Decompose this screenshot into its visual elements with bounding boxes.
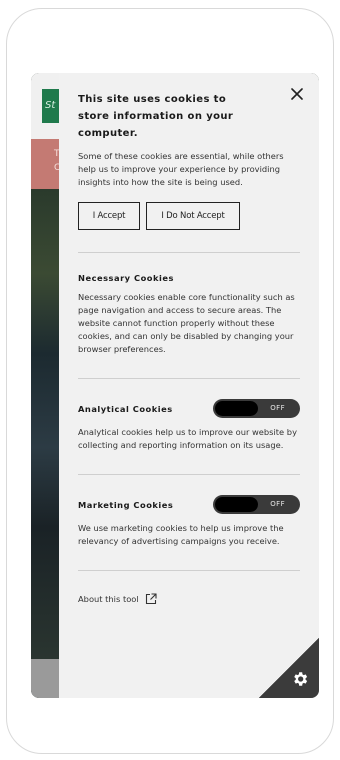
analytical-cookies-description: Analytical cookies help us to improve ou… xyxy=(78,427,297,450)
site-logo: St xyxy=(42,89,59,123)
toggle-knob xyxy=(215,401,258,416)
divider xyxy=(78,474,300,475)
site-hero-image xyxy=(31,189,59,659)
toggle-knob xyxy=(215,497,258,512)
screen: St T C This site uses cookies to store i… xyxy=(31,73,319,698)
marketing-cookies-description: We use marketing cookies to help us impr… xyxy=(78,523,284,546)
cookie-panel-intro: Some of these cookies are essential, whi… xyxy=(78,151,284,187)
analytical-cookies-toggle[interactable]: OFF xyxy=(213,399,300,418)
cookie-control-panel: This site uses cookies to store informat… xyxy=(59,73,319,698)
necessary-cookies-title: Necessary Cookies xyxy=(78,273,174,283)
cookie-panel-title: This site uses cookies to store informat… xyxy=(78,94,234,139)
background-website: St T C xyxy=(31,73,59,698)
analytical-cookies-title: Analytical Cookies xyxy=(78,403,173,414)
site-banner: T C xyxy=(31,139,59,189)
about-this-tool-link[interactable]: About this tool xyxy=(78,593,300,605)
accept-button[interactable]: I Accept xyxy=(78,202,140,230)
toggle-state-label: OFF xyxy=(270,404,285,412)
divider xyxy=(78,378,300,379)
necessary-cookies-header: Necessary Cookies xyxy=(78,273,300,283)
toggle-state-label: OFF xyxy=(270,500,285,508)
cookie-settings-corner xyxy=(259,638,319,698)
marketing-cookies-title: Marketing Cookies xyxy=(78,499,174,510)
site-footer xyxy=(31,659,59,698)
decline-button[interactable]: I Do Not Accept xyxy=(146,202,240,230)
marketing-cookies-header: Marketing Cookies OFF xyxy=(78,495,300,514)
about-this-tool-label: About this tool xyxy=(78,594,139,604)
site-header: St xyxy=(31,73,59,139)
necessary-cookies-description: Necessary cookies enable core functional… xyxy=(78,292,295,354)
divider xyxy=(78,570,300,571)
analytical-cookies-header: Analytical Cookies OFF xyxy=(78,399,300,418)
marketing-cookies-toggle[interactable]: OFF xyxy=(213,495,300,514)
divider xyxy=(78,252,300,253)
external-link-icon xyxy=(145,593,157,605)
gear-icon[interactable] xyxy=(291,670,309,688)
